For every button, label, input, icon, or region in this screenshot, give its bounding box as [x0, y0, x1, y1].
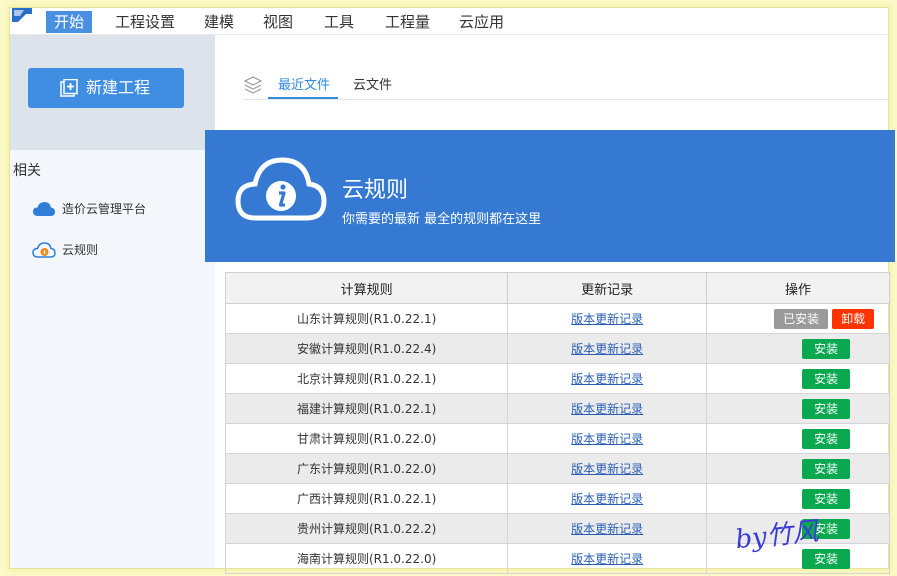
sidebar-top: 新建工程 [10, 35, 215, 150]
column-header: 计算规则 [224, 272, 509, 304]
update-log-link[interactable]: 版本更新记录 [571, 342, 643, 356]
sidebar-link-label: 造价云管理平台 [62, 202, 147, 216]
update-log-link[interactable]: 版本更新记录 [571, 522, 643, 536]
update-log-cell: 版本更新记录 [507, 483, 708, 514]
update-log-cell: 版本更新记录 [507, 453, 708, 484]
action-cell: 安装 [706, 363, 890, 394]
table-row: 安徽计算规则(R1.0.22.4) 版本更新记录 安装 [224, 333, 890, 364]
related-section-title: 相关 [13, 163, 41, 179]
rule-name-cell: 广东计算规则(R1.0.22.0) [224, 453, 509, 484]
install-button[interactable]: 安装 [802, 368, 851, 389]
table-row: 福建计算规则(R1.0.22.1) 版本更新记录 安装 [224, 393, 890, 424]
rule-name-cell: 贵州计算规则(R1.0.22.2) [224, 513, 509, 544]
install-button[interactable]: 安装 [802, 398, 851, 419]
table-header-row: 计算规则 更新记录 操作 [224, 272, 890, 304]
rule-name-cell: 安徽计算规则(R1.0.22.4) [224, 333, 509, 364]
table-row: 甘肃计算规则(R1.0.22.0) 版本更新记录 安装 [224, 423, 890, 454]
update-log-cell: 版本更新记录 [507, 363, 708, 394]
install-button[interactable]: 安装 [802, 548, 851, 569]
new-project-label: 新建工程 [86, 78, 151, 97]
update-log-link[interactable]: 版本更新记录 [571, 432, 643, 446]
update-log-link[interactable]: 版本更新记录 [571, 552, 643, 566]
table-row: 北京计算规则(R1.0.22.1) 版本更新记录 安装 [224, 363, 890, 394]
new-project-button[interactable]: 新建工程 [28, 68, 184, 108]
rule-name-cell: 甘肃计算规则(R1.0.22.0) [224, 423, 509, 454]
update-log-link[interactable]: 版本更新记录 [571, 312, 643, 326]
update-log-cell: 版本更新记录 [507, 543, 708, 574]
banner-subtitle: 你需要的最新 最全的规则都在这里 [342, 212, 542, 227]
banner-title: 云规则 [342, 178, 409, 203]
app-logo-icon[interactable] [10, 8, 38, 34]
cloud-icon [33, 202, 55, 216]
menu-item[interactable]: 工程设置 [107, 11, 183, 33]
install-button[interactable]: 安装 [802, 428, 851, 449]
update-log-link[interactable]: 版本更新记录 [571, 462, 643, 476]
update-log-cell: 版本更新记录 [507, 513, 708, 544]
sidebar-related: 相关 造价云管理平台 云规则 [10, 150, 216, 568]
cloud-rules-banner: 云规则 你需要的最新 最全的规则都在这里 [205, 130, 895, 262]
installed-button[interactable]: 已安装 [774, 308, 829, 329]
menu-item[interactable]: 视图 [255, 11, 301, 33]
action-cell: 安装 [706, 453, 890, 484]
update-log-cell: 版本更新记录 [507, 333, 708, 364]
rule-name-cell: 海南计算规则(R1.0.22.0) [224, 543, 509, 574]
rule-name-cell: 山东计算规则(R1.0.22.1) [224, 303, 509, 334]
column-header: 更新记录 [507, 272, 708, 304]
action-cell: 安装 [706, 393, 890, 424]
rule-name-cell: 北京计算规则(R1.0.22.1) [224, 363, 509, 394]
install-button[interactable]: 安装 [802, 338, 851, 359]
menu-item[interactable]: 云应用 [451, 11, 512, 33]
column-header: 操作 [706, 272, 890, 304]
rule-name-cell: 广西计算规则(R1.0.22.1) [224, 483, 509, 514]
action-cell: 安装 [706, 483, 890, 514]
menu-item[interactable]: 工具 [316, 11, 362, 33]
action-cell: 已安装 卸载 [706, 303, 890, 334]
menu-item[interactable]: 开始 [46, 11, 93, 33]
rule-name-cell: 福建计算规则(R1.0.22.1) [224, 393, 509, 424]
menu-bar: 开始 工程设置 建模 视图 工具 工程量 云应用 [10, 8, 888, 35]
update-log-link[interactable]: 版本更新记录 [571, 402, 643, 416]
cloud-info-icon [235, 157, 327, 221]
sidebar-link-label: 云规则 [62, 243, 99, 257]
update-log-link[interactable]: 版本更新记录 [571, 372, 643, 386]
update-log-cell: 版本更新记录 [507, 303, 708, 334]
update-log-link[interactable]: 版本更新记录 [571, 492, 643, 506]
table-row: 山东计算规则(R1.0.22.1) 版本更新记录 已安装 卸载 [224, 303, 890, 334]
install-button[interactable]: 安装 [802, 488, 851, 509]
tab-cloud-files[interactable]: 云文件 [353, 75, 392, 97]
cloud-info-icon [32, 242, 56, 258]
update-log-cell: 版本更新记录 [507, 423, 708, 454]
install-button[interactable]: 安装 [802, 458, 851, 479]
tab-divider [243, 99, 888, 100]
uninstall-button[interactable]: 卸载 [832, 308, 875, 329]
tab-recent-files[interactable]: 最近文件 [278, 75, 330, 97]
layers-icon [243, 76, 263, 94]
action-cell: 安装 [706, 423, 890, 454]
table-row: 广东计算规则(R1.0.22.0) 版本更新记录 安装 [224, 453, 890, 484]
action-cell: 安装 [706, 333, 890, 364]
new-project-icon [60, 79, 78, 97]
menu-item[interactable]: 工程量 [377, 11, 438, 33]
menu-item[interactable]: 建模 [196, 11, 242, 33]
table-row: 广西计算规则(R1.0.22.1) 版本更新记录 安装 [224, 483, 890, 514]
update-log-cell: 版本更新记录 [507, 393, 708, 424]
